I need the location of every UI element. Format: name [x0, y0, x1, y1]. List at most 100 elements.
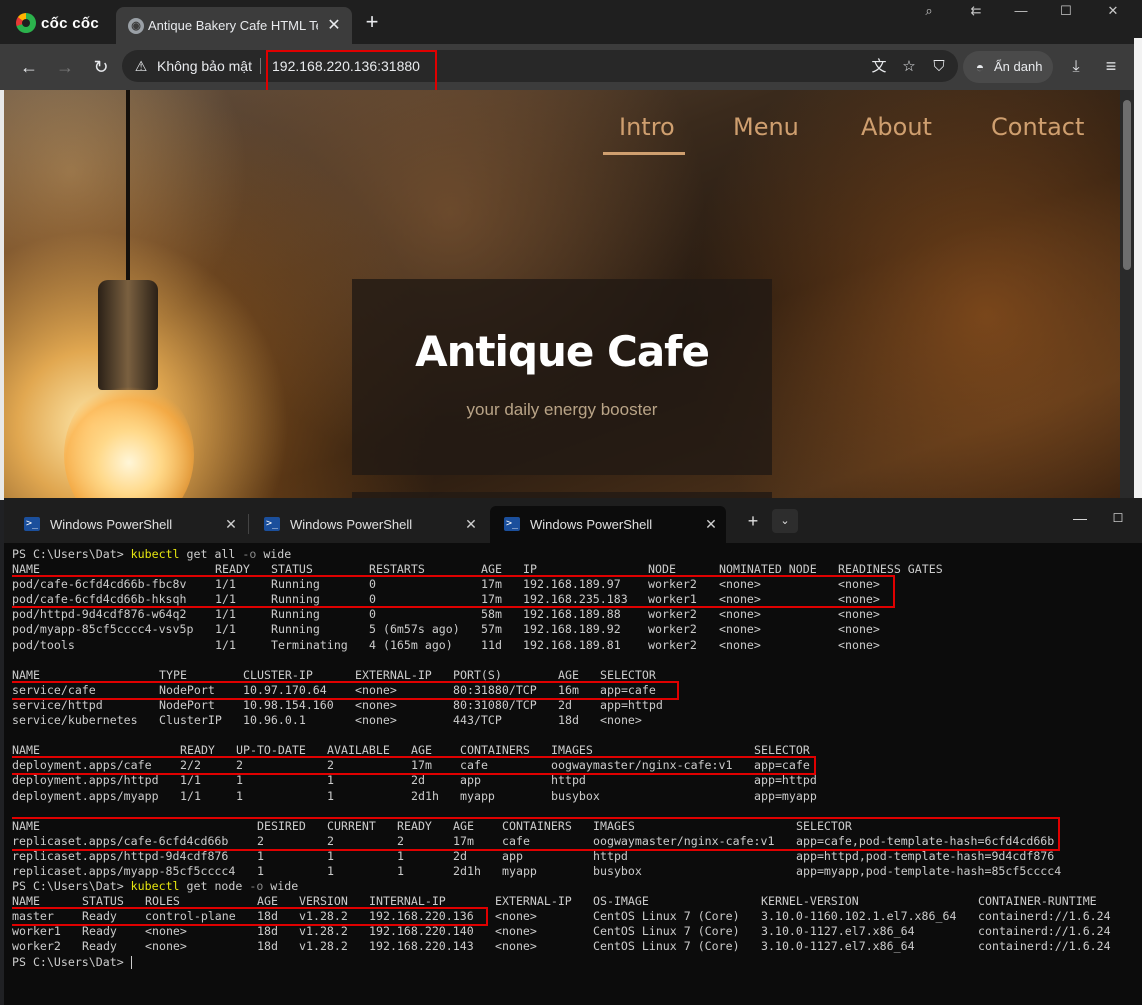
table-cell: myapp [502, 863, 537, 878]
table-cell: 1/1 [180, 788, 201, 803]
new-terminal-tab-icon[interactable]: + [744, 512, 762, 530]
bookmark-star-icon[interactable]: ☆ [900, 58, 918, 76]
terminal-tab-label: Windows PowerShell [290, 517, 413, 532]
table-cell: <none> [145, 939, 187, 954]
close-tab-icon[interactable]: ✕ [702, 515, 720, 533]
table-cell: 1/1 [215, 637, 236, 652]
terminal-tab-3-active[interactable]: >_ Windows PowerShell ✕ [490, 506, 726, 543]
table-cell: 3.10.0-1127.el7.x86_64 [761, 939, 915, 954]
table-cell: CentOS Linux 7 (Core) [593, 909, 740, 924]
warning-icon[interactable]: ⚠ [133, 58, 149, 74]
table-row: pod/tools 1/1 Terminating 4 (165m ago) 11d 19… [12, 638, 1138, 653]
minimize-window-icon[interactable]: — [1070, 508, 1090, 528]
table-cell: containerd://1.6.24 [978, 909, 1111, 924]
shield-icon[interactable]: ⛉ [930, 58, 948, 76]
address-bar[interactable]: ⚠ Không bảo mật 192.168.220.136:31880 文 … [122, 50, 958, 82]
terminal-output[interactable]: PS C:\Users\Dat> kubectl get all -o wide… [12, 547, 1138, 1002]
table-cell: 1 [397, 848, 404, 863]
nav-menu[interactable]: Menu [733, 113, 799, 141]
download-icon[interactable]: ⤓ [1066, 57, 1086, 77]
sidebar-icon[interactable]: ⇇ [965, 2, 987, 20]
lamp-socket [98, 280, 158, 390]
site-nav: Intro Menu About Contact [4, 90, 1120, 160]
command-flag: -o [249, 879, 264, 894]
table-cell: containerd://1.6.24 [978, 924, 1111, 939]
command-args: get all [179, 547, 243, 561]
search-tabs-icon[interactable]: ⌕ [918, 2, 940, 20]
table-cell: app=myapp [754, 788, 817, 803]
reload-icon[interactable]: ↻ [91, 57, 111, 77]
browser-tab-active[interactable]: ◉ Antique Bakery Cafe HTML Temp ✕ [116, 7, 352, 44]
scrollbar-thumb[interactable] [1123, 100, 1131, 270]
command-line: PS C:\Users\Dat> kubectl get node -o wid… [12, 879, 1138, 894]
table-row: service/httpd NodePort 10.98.154.160 <none>… [12, 698, 1138, 713]
nav-active-underline [603, 152, 685, 155]
table-cell: 1 [257, 848, 264, 863]
page-scrollbar[interactable] [1120, 90, 1134, 500]
forward-arrow-icon[interactable]: → [55, 57, 75, 77]
close-window-icon[interactable]: ✕ [1102, 2, 1124, 20]
table-cell: app=httpd [754, 773, 817, 788]
table-cell: replicaset.apps/httpd-9d4cdf876 [12, 848, 229, 863]
table-cell: 192.168.189.88 [523, 607, 621, 622]
table-cell: <none> [355, 713, 397, 728]
table-cell: pod/tools [12, 637, 75, 652]
cafe-pods-highlight-box [12, 575, 895, 609]
terminal-tab-2[interactable]: >_ Windows PowerShell ✕ [250, 506, 486, 543]
brand-name: cốc cốc [41, 14, 99, 32]
table-cell: 2d1h [453, 863, 481, 878]
new-tab-icon[interactable]: + [362, 11, 382, 33]
incognito-icon: ◓ [975, 59, 985, 75]
table-cell: app=httpd,pod-template-hash=9d4cdf876 [796, 848, 1055, 863]
minimize-window-icon[interactable]: — [1010, 2, 1032, 20]
translate-icon[interactable]: 文 [870, 58, 888, 76]
table-cell: <none> [355, 697, 397, 712]
table-cell: deployment.apps/httpd [12, 773, 159, 788]
background-window-edge-right [1134, 38, 1142, 500]
incognito-label: Ẩn danh [994, 59, 1043, 74]
table-cell: 1/1 [215, 622, 236, 637]
nav-contact[interactable]: Contact [991, 113, 1084, 141]
command-line[interactable]: PS C:\Users\Dat> [12, 955, 1138, 970]
close-tab-icon[interactable]: ✕ [222, 515, 240, 533]
table-cell: v1.28.2 [299, 939, 348, 954]
table-row: pod/myapp-85cf5cccc4-vsv5p 1/1 Running 5 (6… [12, 622, 1138, 637]
pods-table: NAME READY STATUS RESTARTS AGE IP NODE NOMINATE… [12, 562, 1138, 653]
table-cell: NodePort [159, 697, 215, 712]
nodes-table: NAME STATUS ROLES AGE VERSION INTERNAL-IP EXTE… [12, 894, 1138, 954]
nav-intro[interactable]: Intro [619, 113, 675, 141]
terminal-tab-label: Windows PowerShell [530, 517, 653, 532]
command-flag: -o [242, 547, 257, 561]
prompt: PS C:\Users\Dat> [12, 547, 124, 561]
table-cell: <none> [838, 622, 880, 637]
security-status-label[interactable]: Không bảo mật [157, 58, 252, 74]
table-cell: app=httpd [600, 697, 663, 712]
table-cell: 18d [257, 939, 278, 954]
table-cell: 192.168.189.92 [523, 622, 621, 637]
maximize-window-icon[interactable]: ☐ [1108, 508, 1128, 528]
table-cell: OS-IMAGE [593, 894, 649, 909]
table-cell: 1 [327, 848, 334, 863]
close-tab-icon[interactable]: ✕ [324, 16, 344, 36]
table-cell: 3.10.0-1160.102.1.el7.x86_64 [761, 909, 957, 924]
command-line: PS C:\Users\Dat> kubectl get all -o wide [12, 547, 1138, 562]
terminal-tab-1[interactable]: >_ Windows PowerShell ✕ [10, 506, 246, 543]
browser-tab-strip: cốc cốc ◉ Antique Bakery Cafe HTML Temp … [0, 0, 1142, 46]
table-cell: Running [271, 622, 320, 637]
command-args: wide [263, 879, 299, 894]
menu-icon[interactable]: ≡ [1101, 56, 1121, 76]
back-arrow-icon[interactable]: ← [19, 57, 39, 77]
table-cell: 1 [397, 863, 404, 878]
maximize-window-icon[interactable]: ☐ [1055, 2, 1077, 20]
cafe-service-highlight-box [12, 680, 679, 700]
close-tab-icon[interactable]: ✕ [462, 515, 480, 533]
table-cell: 1 [327, 788, 334, 803]
prompt: PS C:\Users\Dat> [12, 879, 124, 894]
chevron-down-icon[interactable]: ⌄ [772, 509, 798, 533]
incognito-badge[interactable]: ◓ Ẩn danh [963, 51, 1053, 83]
table-cell: service/kubernetes [12, 713, 138, 728]
nav-about[interactable]: About [861, 113, 932, 141]
hero-subtitle: your daily energy booster [466, 400, 658, 419]
